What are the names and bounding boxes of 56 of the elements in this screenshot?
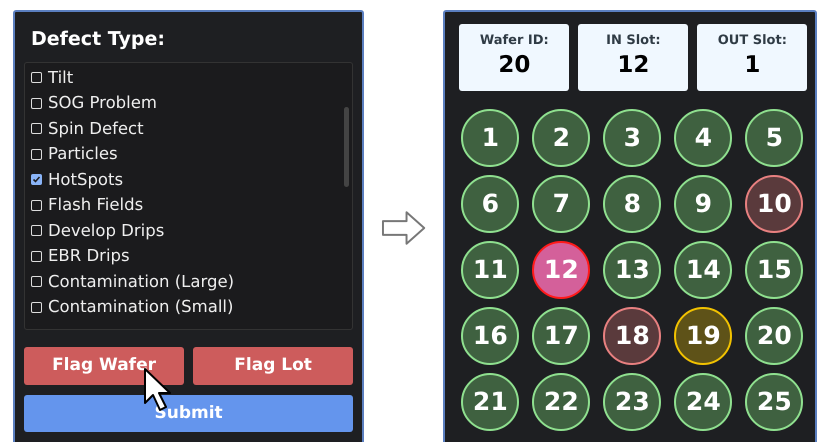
slot-button[interactable]: 13	[603, 241, 662, 299]
checkbox[interactable]	[31, 98, 42, 109]
slot-button[interactable]: 6	[461, 175, 520, 233]
arrow-right-icon	[381, 210, 426, 246]
slot-button[interactable]: 7	[532, 175, 590, 233]
checkbox-label[interactable]: HotSpots	[48, 168, 124, 191]
checkbox-label[interactable]: Spin Defect	[48, 118, 144, 140]
checkbox[interactable]	[31, 276, 42, 288]
slot-button[interactable]: 15	[745, 241, 804, 299]
checkbox-label[interactable]: EBR Drips	[48, 245, 130, 268]
checkbox-label[interactable]: Contamination (Small)	[48, 296, 234, 318]
slot-button[interactable]: 25	[745, 373, 804, 431]
checkbox-label[interactable]: SOG Problem	[48, 92, 157, 114]
checkbox-label[interactable]: Particles	[48, 143, 118, 166]
info-label: OUT Slot:	[718, 32, 787, 50]
slot-button[interactable]: 23	[603, 373, 662, 431]
checkbox-label[interactable]: Tilt	[48, 66, 74, 89]
slot-button[interactable]: 8	[603, 175, 662, 233]
checkbox[interactable]	[31, 200, 42, 211]
slot-button[interactable]: 16	[461, 307, 520, 365]
info-value: 1	[744, 51, 760, 80]
slot-button[interactable]: 9	[674, 175, 732, 233]
slot-button[interactable]: 5	[745, 109, 804, 167]
slot-button[interactable]: 11	[461, 241, 520, 299]
info-value: 12	[617, 51, 650, 80]
slot-button[interactable]: 2	[532, 109, 590, 167]
slot-button[interactable]: 21	[461, 373, 520, 431]
slot-button[interactable]: 24	[674, 373, 732, 431]
info-label: Wafer ID:	[480, 32, 549, 50]
checkbox[interactable]	[31, 123, 42, 134]
checkbox[interactable]	[31, 174, 42, 186]
checkbox[interactable]	[31, 302, 42, 313]
slot-button[interactable]: 22	[532, 373, 590, 431]
checkbox[interactable]	[31, 250, 42, 262]
slot-button[interactable]: 3	[603, 109, 662, 167]
slot-button[interactable]: 12	[532, 241, 590, 299]
slot-button[interactable]: 4	[674, 109, 732, 167]
checkbox[interactable]	[31, 72, 42, 84]
info-value: 20	[498, 51, 530, 80]
slot-button[interactable]: 19	[674, 307, 732, 365]
checkbox-label[interactable]: Contamination (Large)	[48, 270, 234, 293]
panel-title: Defect Type:	[31, 27, 166, 52]
slot-button[interactable]: 14	[674, 241, 732, 299]
flag-button[interactable]: Flag Wafer	[24, 347, 184, 385]
flag-button[interactable]: Flag Lot	[193, 347, 354, 385]
slot-button[interactable]: 10	[745, 175, 804, 233]
checkbox-label[interactable]: Flash Fields	[48, 194, 144, 216]
slot-button[interactable]: 17	[532, 307, 590, 365]
slot-button[interactable]: 20	[745, 307, 804, 365]
checkbox[interactable]	[31, 148, 42, 160]
checkbox[interactable]	[31, 225, 42, 236]
checkbox-label[interactable]: Develop Drips	[48, 220, 164, 242]
scrollbar[interactable]	[344, 107, 350, 187]
info-label: IN Slot:	[606, 32, 661, 50]
slot-button[interactable]: 18	[603, 307, 662, 365]
slot-button[interactable]: 1	[461, 109, 520, 167]
